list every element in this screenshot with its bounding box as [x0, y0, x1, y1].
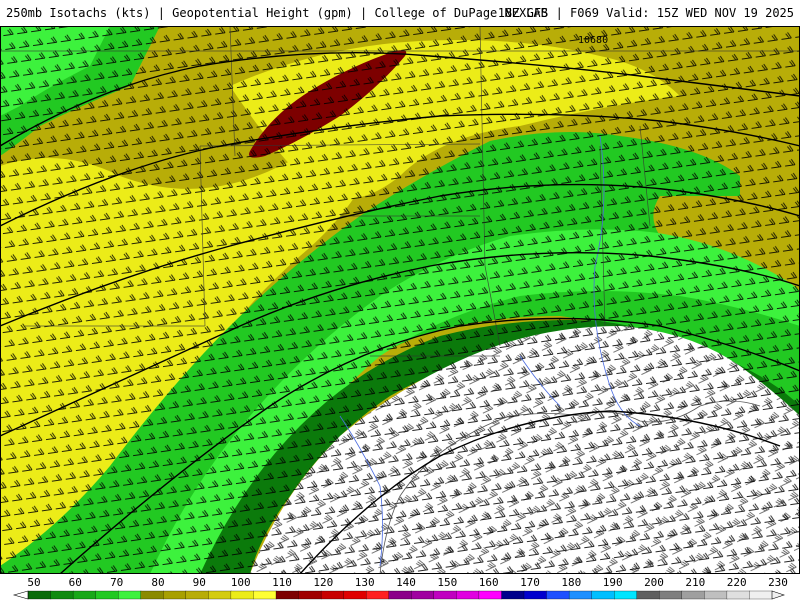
legend-labels: 50 60 70 80 90 100 110 120 130 140 150 160 170 180 190… [27, 576, 788, 589]
legend-tick-label: 210 [685, 576, 705, 589]
legend-tick-label: 80 [151, 576, 164, 589]
legend-swatch [681, 590, 705, 600]
legend-swatch [726, 590, 751, 600]
legend-tick-label: 90 [193, 576, 206, 589]
legend-tick-label: 180 [561, 576, 581, 589]
legend-tick-label: 100 [231, 576, 251, 589]
legend-swatch [411, 590, 435, 600]
legend-swatch [140, 590, 164, 600]
legend-swatch [614, 590, 638, 600]
legend-swatch [501, 590, 525, 600]
legend-swatch [163, 590, 187, 600]
legend-swatch [275, 590, 300, 600]
legend-swatch [230, 590, 255, 600]
legend-tick-label: 220 [727, 576, 747, 589]
legend-tick-label: 70 [110, 576, 123, 589]
legend-swatch [636, 590, 660, 600]
color-legend: 50 60 70 80 90 100 110 120 130 140 150 160 170 180 190… [0, 574, 800, 600]
legend-tick-label: 170 [520, 576, 540, 589]
product-title: 250mb Isotachs (kts) | Geopotential Heig… [6, 6, 548, 20]
weather-map: 10680 [0, 26, 800, 574]
legend-swatch [72, 590, 97, 600]
legend-swatch [704, 590, 728, 600]
legend-tick-label: 190 [603, 576, 623, 589]
legend-tick-label: 50 [27, 576, 40, 589]
legend-tick-label: 150 [437, 576, 457, 589]
legend-swatch [388, 590, 412, 600]
legend-arrow-left [12, 590, 29, 600]
contour-label: 10680 [578, 35, 608, 46]
legend-swatch [185, 590, 209, 600]
legend-swatch [659, 590, 683, 600]
legend-swatch [433, 590, 457, 600]
legend-swatch [320, 590, 345, 600]
legend-tick-label: 200 [644, 576, 664, 589]
legend-tick-label: 230 [768, 576, 788, 589]
legend-tick-label: 120 [313, 576, 333, 589]
legend-tick-label: 110 [272, 576, 292, 589]
legend-bar [12, 590, 785, 600]
legend-swatch [343, 590, 367, 600]
legend-swatch [523, 590, 548, 600]
legend-swatch [208, 590, 232, 600]
legend-swatch [568, 590, 593, 600]
legend-swatch [253, 590, 277, 600]
legend-swatch [27, 590, 52, 600]
legend-tick-label: 160 [479, 576, 499, 589]
legend-tick-label: 140 [396, 576, 416, 589]
legend-tick-label: 130 [355, 576, 375, 589]
legend-swatch [478, 590, 503, 600]
legend-swatch [366, 590, 390, 600]
legend-swatch [546, 590, 570, 600]
legend-swatch [591, 590, 615, 600]
legend-swatch [298, 590, 322, 600]
legend-swatch [749, 590, 773, 600]
legend-swatch [95, 590, 119, 600]
legend-arrow-right [771, 590, 785, 600]
legend-tick-label: 60 [69, 576, 82, 589]
map-header: 250mb Isotachs (kts) | Geopotential Heig… [0, 0, 800, 27]
legend-swatch [50, 590, 74, 600]
legend-swatch [456, 590, 480, 600]
valid-time: 18Z GFS | F069 Valid: 15Z WED NOV 19 202… [497, 6, 794, 20]
legend-swatch [118, 590, 142, 600]
